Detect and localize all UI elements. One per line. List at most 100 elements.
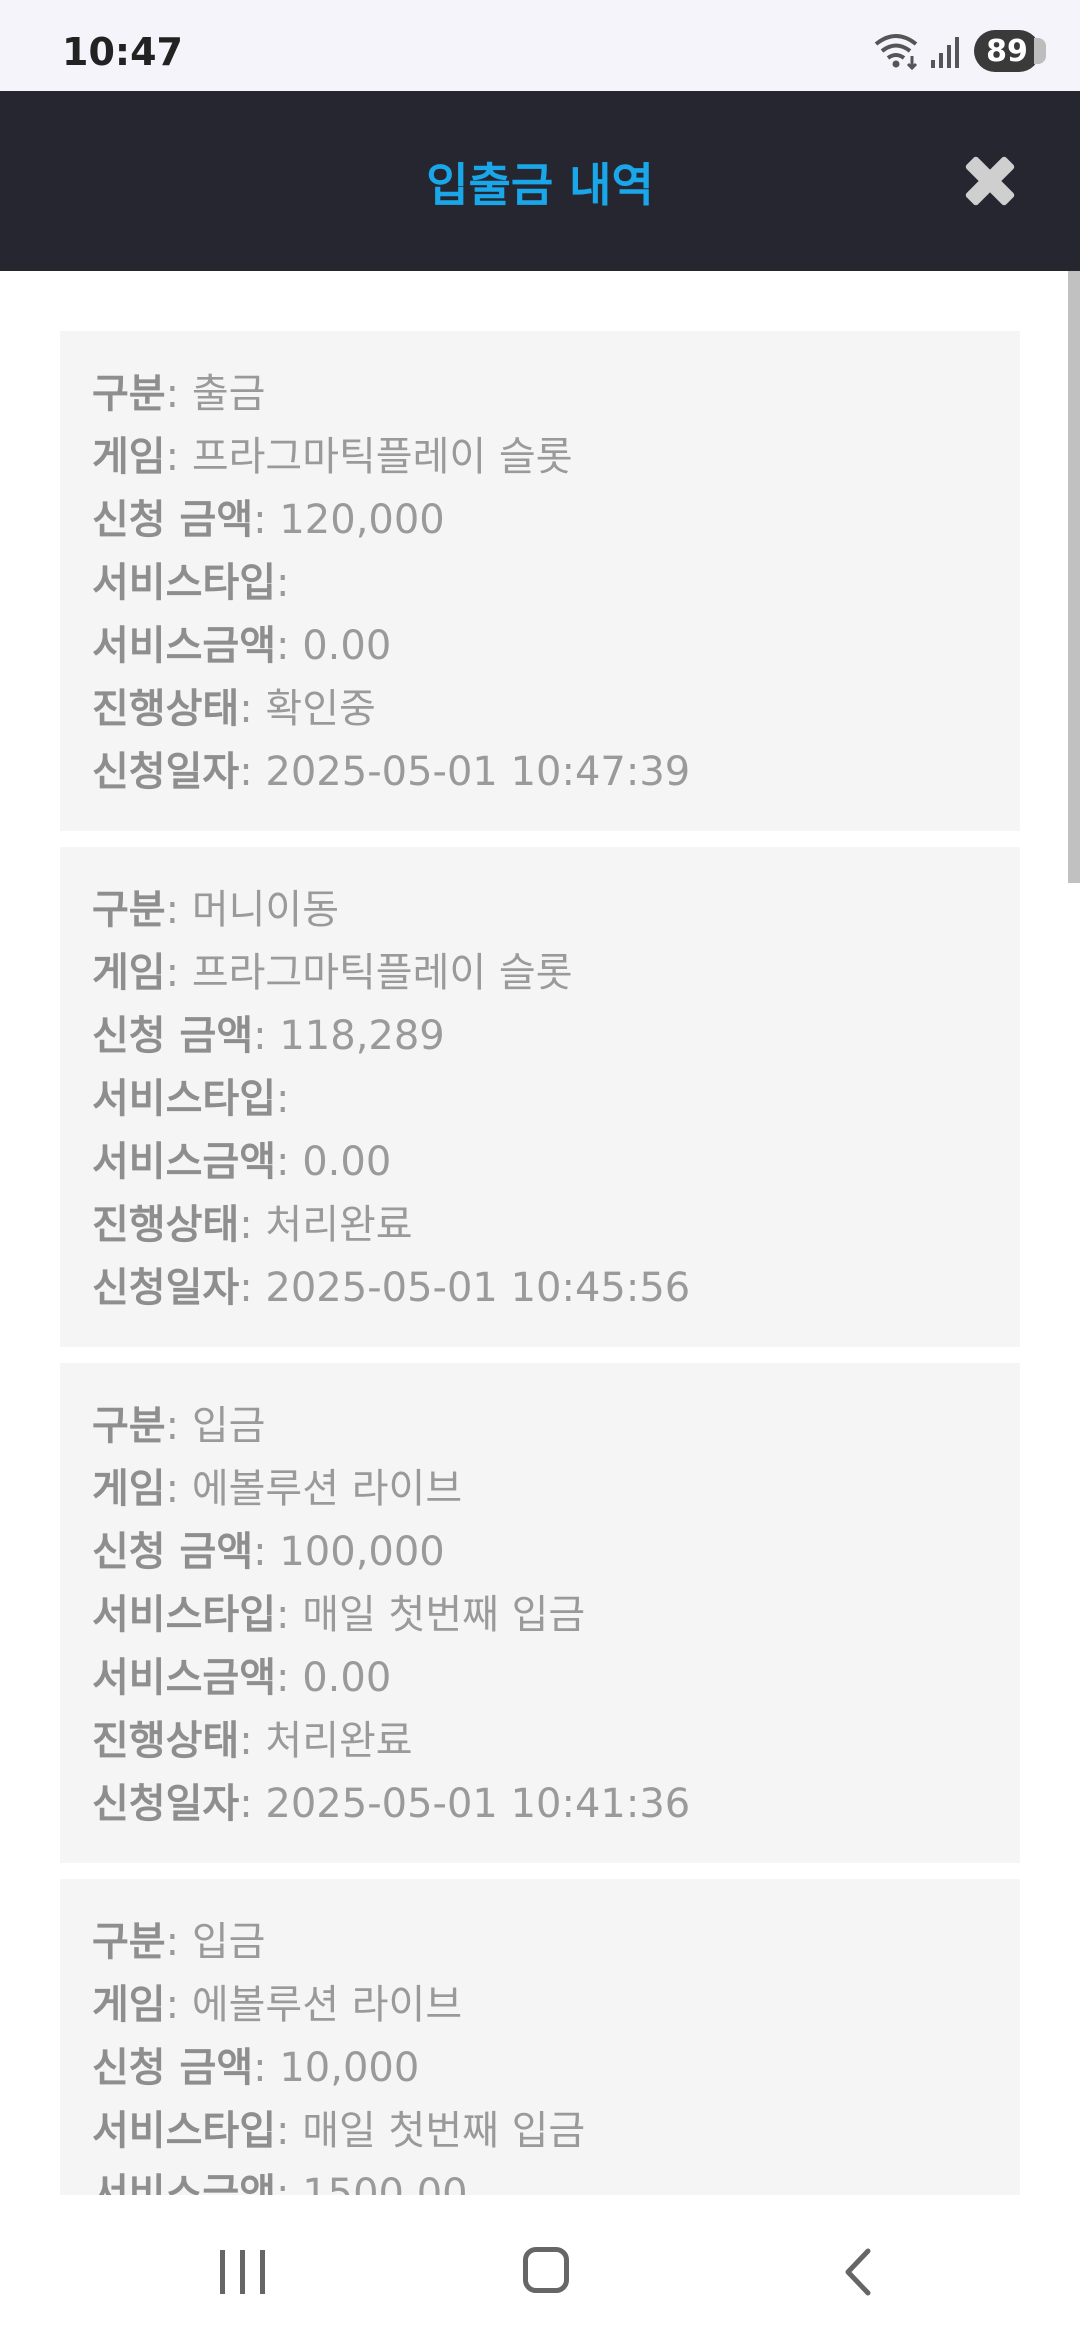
transaction-list[interactable]: 구분: 출금 게임: 프라그마틱플레이 슬롯 신청 금액: 120,000 서비스타입… [0, 271, 1080, 2195]
field-value: 에볼루션 라이브 [191, 1466, 463, 1512]
field-label: 서비스금액 [92, 623, 276, 669]
field-separator: : [239, 1781, 266, 1827]
field-row: 신청 금액: 120,000 [92, 489, 988, 552]
field-row: 구분: 입금 [92, 1395, 988, 1458]
field-value: 1500.00 [302, 2171, 468, 2195]
field-value: 에볼루션 라이브 [191, 1982, 463, 2028]
field-value: 0.00 [302, 623, 392, 669]
field-row: 게임: 프라그마틱플레이 슬롯 [92, 426, 988, 489]
field-row: 구분: 머니이동 [92, 879, 988, 942]
field-row: 서비스타입: [92, 1068, 988, 1131]
field-row: 서비스금액: 0.00 [92, 1131, 988, 1194]
field-separator: : [276, 560, 290, 606]
field-separator: : [276, 1592, 303, 1638]
field-value: 100,000 [279, 1529, 445, 1575]
field-separator: : [276, 623, 303, 669]
field-label: 구분 [92, 371, 166, 417]
field-row: 서비스타입: 매일 첫번째 입금 [92, 2100, 988, 2163]
field-value: 10,000 [279, 2045, 420, 2091]
field-separator: : [253, 1529, 280, 1575]
transaction-card: 구분: 출금 게임: 프라그마틱플레이 슬롯 신청 금액: 120,000 서비스타입… [60, 331, 1020, 831]
app-header: 입출금 내역 [0, 91, 1080, 271]
field-separator: : [253, 1013, 280, 1059]
field-separator: : [253, 2045, 280, 2091]
field-label: 서비스타입 [92, 560, 276, 606]
field-row: 신청일자: 2025-05-01 10:41:36 [92, 1773, 988, 1836]
field-row: 구분: 출금 [92, 363, 988, 426]
field-label: 신청 금액 [92, 497, 254, 543]
field-value: 입금 [191, 1919, 266, 1965]
field-value: 2025-05-01 10:41:36 [265, 1781, 691, 1827]
field-label: 신청 금액 [92, 2045, 254, 2091]
field-value: 머니이동 [191, 887, 340, 933]
field-row: 진행상태: 확인중 [92, 678, 988, 741]
scrollbar[interactable] [1068, 271, 1080, 883]
signal-icon [931, 37, 959, 68]
field-label: 게임 [92, 950, 166, 996]
field-separator: : [239, 1202, 266, 1248]
field-value: 출금 [191, 371, 266, 417]
field-separator: : [239, 1265, 266, 1311]
field-value: 프라그마틱플레이 슬롯 [191, 950, 573, 996]
field-row: 신청일자: 2025-05-01 10:47:39 [92, 741, 988, 804]
wifi-icon [874, 34, 918, 70]
field-separator: : [165, 1982, 192, 2028]
field-separator: : [276, 2108, 303, 2154]
field-separator: : [165, 1403, 192, 1449]
field-row: 게임: 에볼루션 라이브 [92, 1458, 988, 1521]
field-row: 구분: 입금 [92, 1911, 988, 1974]
field-label: 진행상태 [92, 1718, 240, 1764]
field-label: 서비스타입 [92, 1076, 276, 1122]
field-row: 신청일자: 2025-05-01 10:45:56 [92, 1257, 988, 1320]
field-label: 구분 [92, 1919, 166, 1965]
battery-tip [1034, 38, 1046, 64]
field-row: 서비스타입: 매일 첫번째 입금 [92, 1584, 988, 1647]
status-time: 10:47 [62, 30, 183, 74]
field-row: 신청 금액: 100,000 [92, 1521, 988, 1584]
field-separator: : [165, 371, 192, 417]
field-label: 진행상태 [92, 686, 240, 732]
field-separator: : [165, 1919, 192, 1965]
field-label: 신청일자 [92, 1781, 240, 1827]
field-separator: : [239, 1718, 266, 1764]
status-icons: 89 [840, 30, 1046, 74]
transaction-card: 구분: 입금 게임: 에볼루션 라이브 신청 금액: 100,000 서비스타입: 매… [60, 1363, 1020, 1863]
field-value: 120,000 [279, 497, 445, 543]
field-separator: : [276, 1076, 290, 1122]
field-value: 0.00 [302, 1139, 392, 1185]
field-label: 신청일자 [92, 1265, 240, 1311]
field-separator: : [165, 434, 192, 480]
transaction-card: 구분: 입금 게임: 에볼루션 라이브 신청 금액: 10,000 서비스타입: 매일… [60, 1879, 1020, 2195]
close-button[interactable] [960, 151, 1020, 211]
field-separator: : [276, 2171, 303, 2195]
field-row: 서비스금액: 0.00 [92, 1647, 988, 1710]
field-value: 0.00 [302, 1655, 392, 1701]
field-separator: : [253, 497, 280, 543]
field-row: 게임: 프라그마틱플레이 슬롯 [92, 942, 988, 1005]
field-separator: : [165, 1466, 192, 1512]
recent-apps-icon[interactable] [220, 2250, 270, 2294]
field-separator: : [276, 1655, 303, 1701]
field-separator: : [165, 887, 192, 933]
field-value: 매일 첫번째 입금 [302, 1592, 586, 1638]
field-value: 확인중 [265, 686, 376, 732]
field-value: 프라그마틱플레이 슬롯 [191, 434, 573, 480]
field-label: 서비스타입 [92, 1592, 276, 1638]
field-separator: : [276, 1139, 303, 1185]
battery-level: 89 [986, 33, 1028, 69]
field-value: 매일 첫번째 입금 [302, 2108, 586, 2154]
field-value: 처리완료 [265, 1718, 413, 1764]
back-icon[interactable] [838, 2247, 878, 2297]
home-icon[interactable] [523, 2247, 569, 2293]
field-separator: : [239, 749, 266, 795]
field-row: 서비스금액: 1500.00 [92, 2163, 988, 2195]
page-title: 입출금 내역 [426, 158, 654, 212]
field-separator: : [239, 686, 266, 732]
field-label: 서비스금액 [92, 2171, 276, 2195]
field-row: 진행상태: 처리완료 [92, 1710, 988, 1773]
field-value: 입금 [191, 1403, 266, 1449]
field-row: 신청 금액: 118,289 [92, 1005, 988, 1068]
field-label: 서비스타입 [92, 2108, 276, 2154]
field-label: 서비스금액 [92, 1655, 276, 1701]
field-label: 서비스금액 [92, 1139, 276, 1185]
